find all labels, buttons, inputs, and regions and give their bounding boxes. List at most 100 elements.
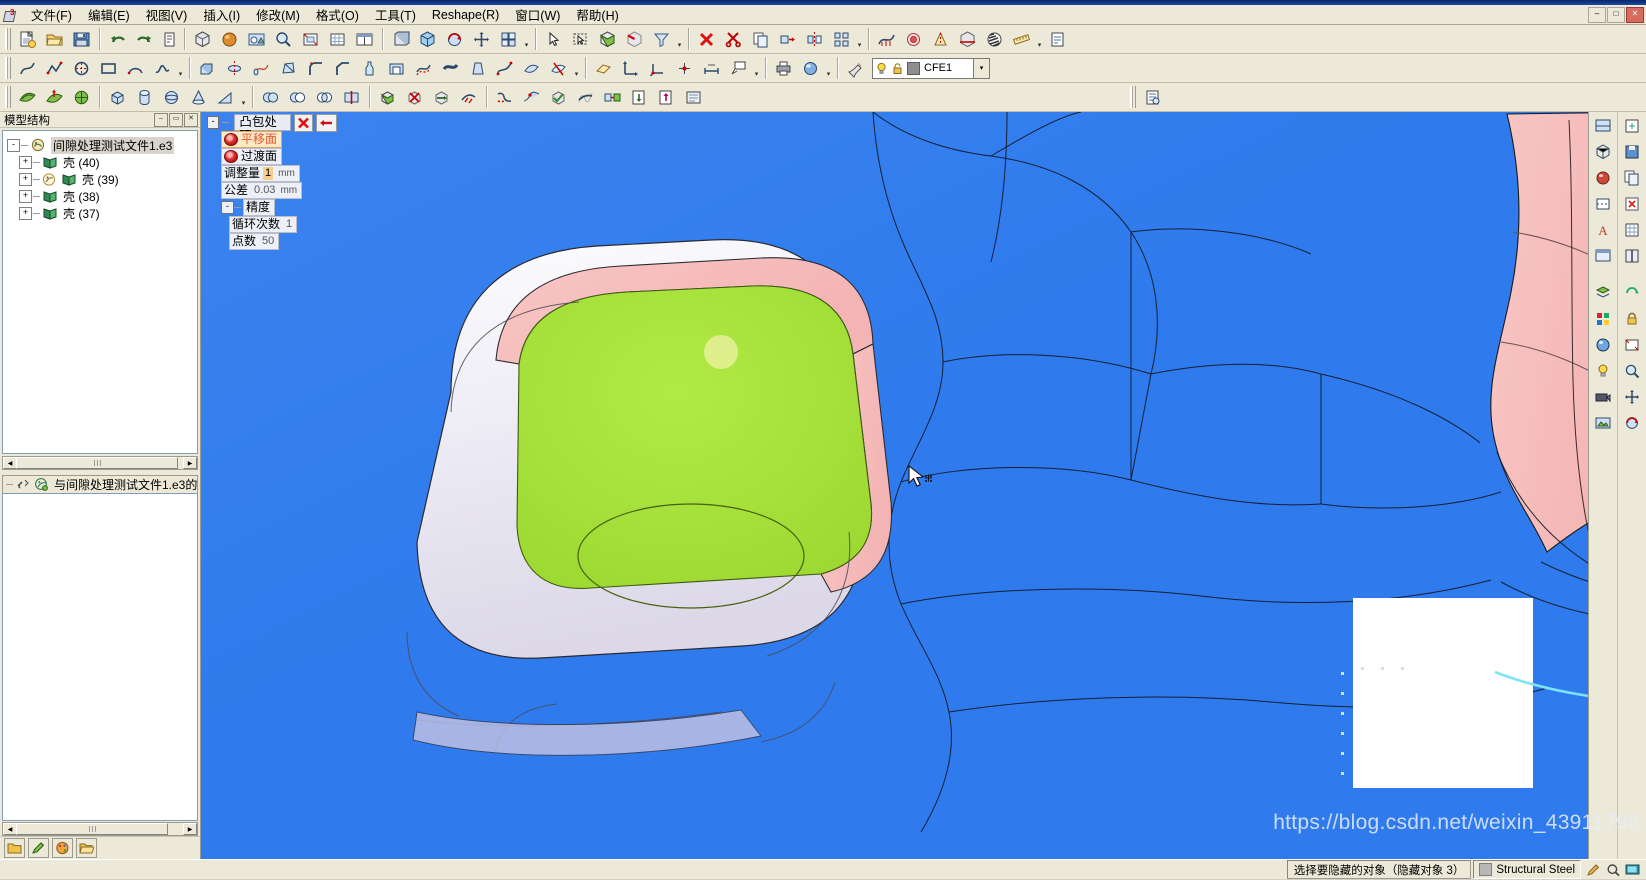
rail2-rotate-view-button[interactable] (1619, 411, 1645, 436)
scroll-left-arrow[interactable]: ◀ (3, 823, 17, 835)
pencil-icon[interactable] (1586, 863, 1602, 877)
point-button[interactable] (671, 55, 698, 81)
extrude-button[interactable] (194, 55, 221, 81)
rail-shaded-button[interactable] (1590, 166, 1616, 191)
material-dropdown[interactable]: ▾ (824, 54, 833, 82)
select-face-button[interactable] (594, 26, 621, 52)
check-geometry-button[interactable] (545, 84, 572, 110)
global-shape-button[interactable] (68, 84, 95, 110)
3d-viewport[interactable]: - 凸包处理 平移面 (201, 112, 1646, 859)
circle-tool-button[interactable] (68, 55, 95, 81)
trim-button[interactable] (720, 26, 747, 52)
menu-view[interactable]: 视图(V) (138, 3, 196, 26)
panel-float-button[interactable]: ▭ (169, 113, 183, 127)
window-close-button[interactable]: ✕ (1626, 6, 1644, 23)
select-window-button[interactable] (567, 26, 594, 52)
command-row-points[interactable]: 点数 50 (229, 233, 337, 250)
menu-tools[interactable]: 工具(T) (367, 3, 424, 26)
layer-tab-button[interactable] (52, 838, 73, 858)
export-button[interactable] (653, 84, 680, 110)
rail2-zoom-view-button[interactable] (1619, 359, 1645, 384)
assembly-horizontal-scrollbar[interactable]: ◀ ▶ (2, 822, 198, 836)
heal-button[interactable] (455, 84, 482, 110)
menu-help[interactable]: 帮助(H) (568, 3, 626, 26)
rail-hidden-line-button[interactable] (1590, 192, 1616, 217)
command-row-transition-face[interactable]: 过渡面 (221, 148, 337, 165)
axis-button[interactable] (617, 55, 644, 81)
chamfer-button[interactable] (329, 55, 356, 81)
surface-patch-button[interactable] (518, 55, 545, 81)
gap-process-button[interactable] (491, 84, 518, 110)
polyline-tool-button[interactable] (41, 55, 68, 81)
tree-row-root[interactable]: - 间隙处理测试文件1.e3 (3, 137, 197, 154)
rail-light-button[interactable] (1590, 359, 1616, 384)
sphere-primitive-button[interactable] (158, 84, 185, 110)
select-filter-dropdown[interactable]: ▾ (675, 25, 684, 53)
loft-button[interactable] (275, 55, 302, 81)
import-button[interactable] (626, 84, 653, 110)
menu-reshape[interactable]: Reshape(R) (424, 6, 507, 24)
face-replace-button[interactable] (428, 84, 455, 110)
assembly-panel-body[interactable] (2, 493, 198, 821)
command-parameter-panel[interactable]: - 凸包处理 平移面 (207, 113, 337, 251)
analysis-draft-button[interactable] (927, 26, 954, 52)
rail-wireframe-button[interactable] (1590, 140, 1616, 165)
view-preset-button[interactable] (495, 26, 522, 52)
command-row-tolerance[interactable]: 公差 0.03 mm (221, 182, 337, 199)
mirror-button[interactable] (801, 26, 828, 52)
tree-expander[interactable]: + (19, 207, 32, 220)
menu-modify[interactable]: 修改(M) (248, 3, 308, 26)
rail-camera-button[interactable] (1590, 385, 1616, 410)
view-pan-button[interactable] (468, 26, 495, 52)
boolean-union-button[interactable] (257, 84, 284, 110)
array-button[interactable] (828, 26, 855, 52)
tree-row-shell-38[interactable]: + 壳 (38) (3, 188, 197, 205)
lightbulb-icon[interactable] (875, 62, 888, 75)
delete-button[interactable] (693, 26, 720, 52)
rail-text-button[interactable]: A (1590, 218, 1616, 243)
window-restore-button[interactable]: □ (1607, 6, 1625, 23)
sweep-button[interactable] (248, 55, 275, 81)
menu-window[interactable]: 窗口(W) (507, 3, 568, 26)
tree-expander[interactable]: - (7, 139, 20, 152)
cmd-iteration-count[interactable]: 循环次数 1 (229, 216, 298, 233)
magnifier-icon[interactable] (1606, 863, 1621, 877)
scroll-left-arrow[interactable]: ◀ (3, 457, 17, 469)
panel-minimize-button[interactable]: – (154, 113, 168, 127)
rail2-save-view-button[interactable] (1619, 140, 1645, 165)
tree-horizontal-scrollbar[interactable]: ◀ ▶ (2, 456, 198, 470)
cone-primitive-button[interactable] (185, 84, 212, 110)
thicken-button[interactable] (437, 55, 464, 81)
shade-button[interactable] (216, 26, 243, 52)
command-row-precision[interactable]: - 精度 (221, 199, 337, 216)
doc-properties-button[interactable] (1139, 84, 1166, 110)
boolean-subtract-button[interactable] (284, 84, 311, 110)
redo-button[interactable] (131, 26, 158, 52)
rail-color-button[interactable] (1590, 307, 1616, 332)
select-pointer-button[interactable] (540, 26, 567, 52)
command-back-button[interactable] (316, 113, 337, 132)
tree-row-shell-39[interactable]: + 壳 (39) (3, 171, 197, 188)
sketch-dropdown[interactable]: ▾ (176, 54, 185, 82)
rectangle-tool-button[interactable] (95, 55, 122, 81)
toolbar-grip[interactable] (5, 28, 11, 50)
panel-close-button[interactable]: ✕ (184, 113, 198, 127)
rail2-pan-view-button[interactable] (1619, 385, 1645, 410)
blend-button[interactable] (491, 55, 518, 81)
window-minimize-button[interactable]: – (1588, 6, 1606, 23)
select-filter-button[interactable] (648, 26, 675, 52)
rail-material-button[interactable] (1590, 333, 1616, 358)
box-view-button[interactable] (189, 26, 216, 52)
convert-button[interactable] (599, 84, 626, 110)
command-row-iteration[interactable]: 循环次数 1 (229, 216, 337, 233)
command-expander[interactable]: - (207, 116, 220, 129)
menu-edit[interactable]: 编辑(E) (80, 3, 138, 26)
cmd-iteration-value[interactable]: 1 (286, 218, 292, 231)
surface-deform-button[interactable] (41, 84, 68, 110)
toolbar-grip[interactable] (5, 86, 11, 108)
analysis-shade-button[interactable] (981, 26, 1008, 52)
move-button[interactable] (774, 26, 801, 52)
render-button[interactable] (243, 26, 270, 52)
menu-format[interactable]: 格式(O) (308, 3, 367, 26)
rail-scene-button[interactable] (1590, 411, 1616, 436)
